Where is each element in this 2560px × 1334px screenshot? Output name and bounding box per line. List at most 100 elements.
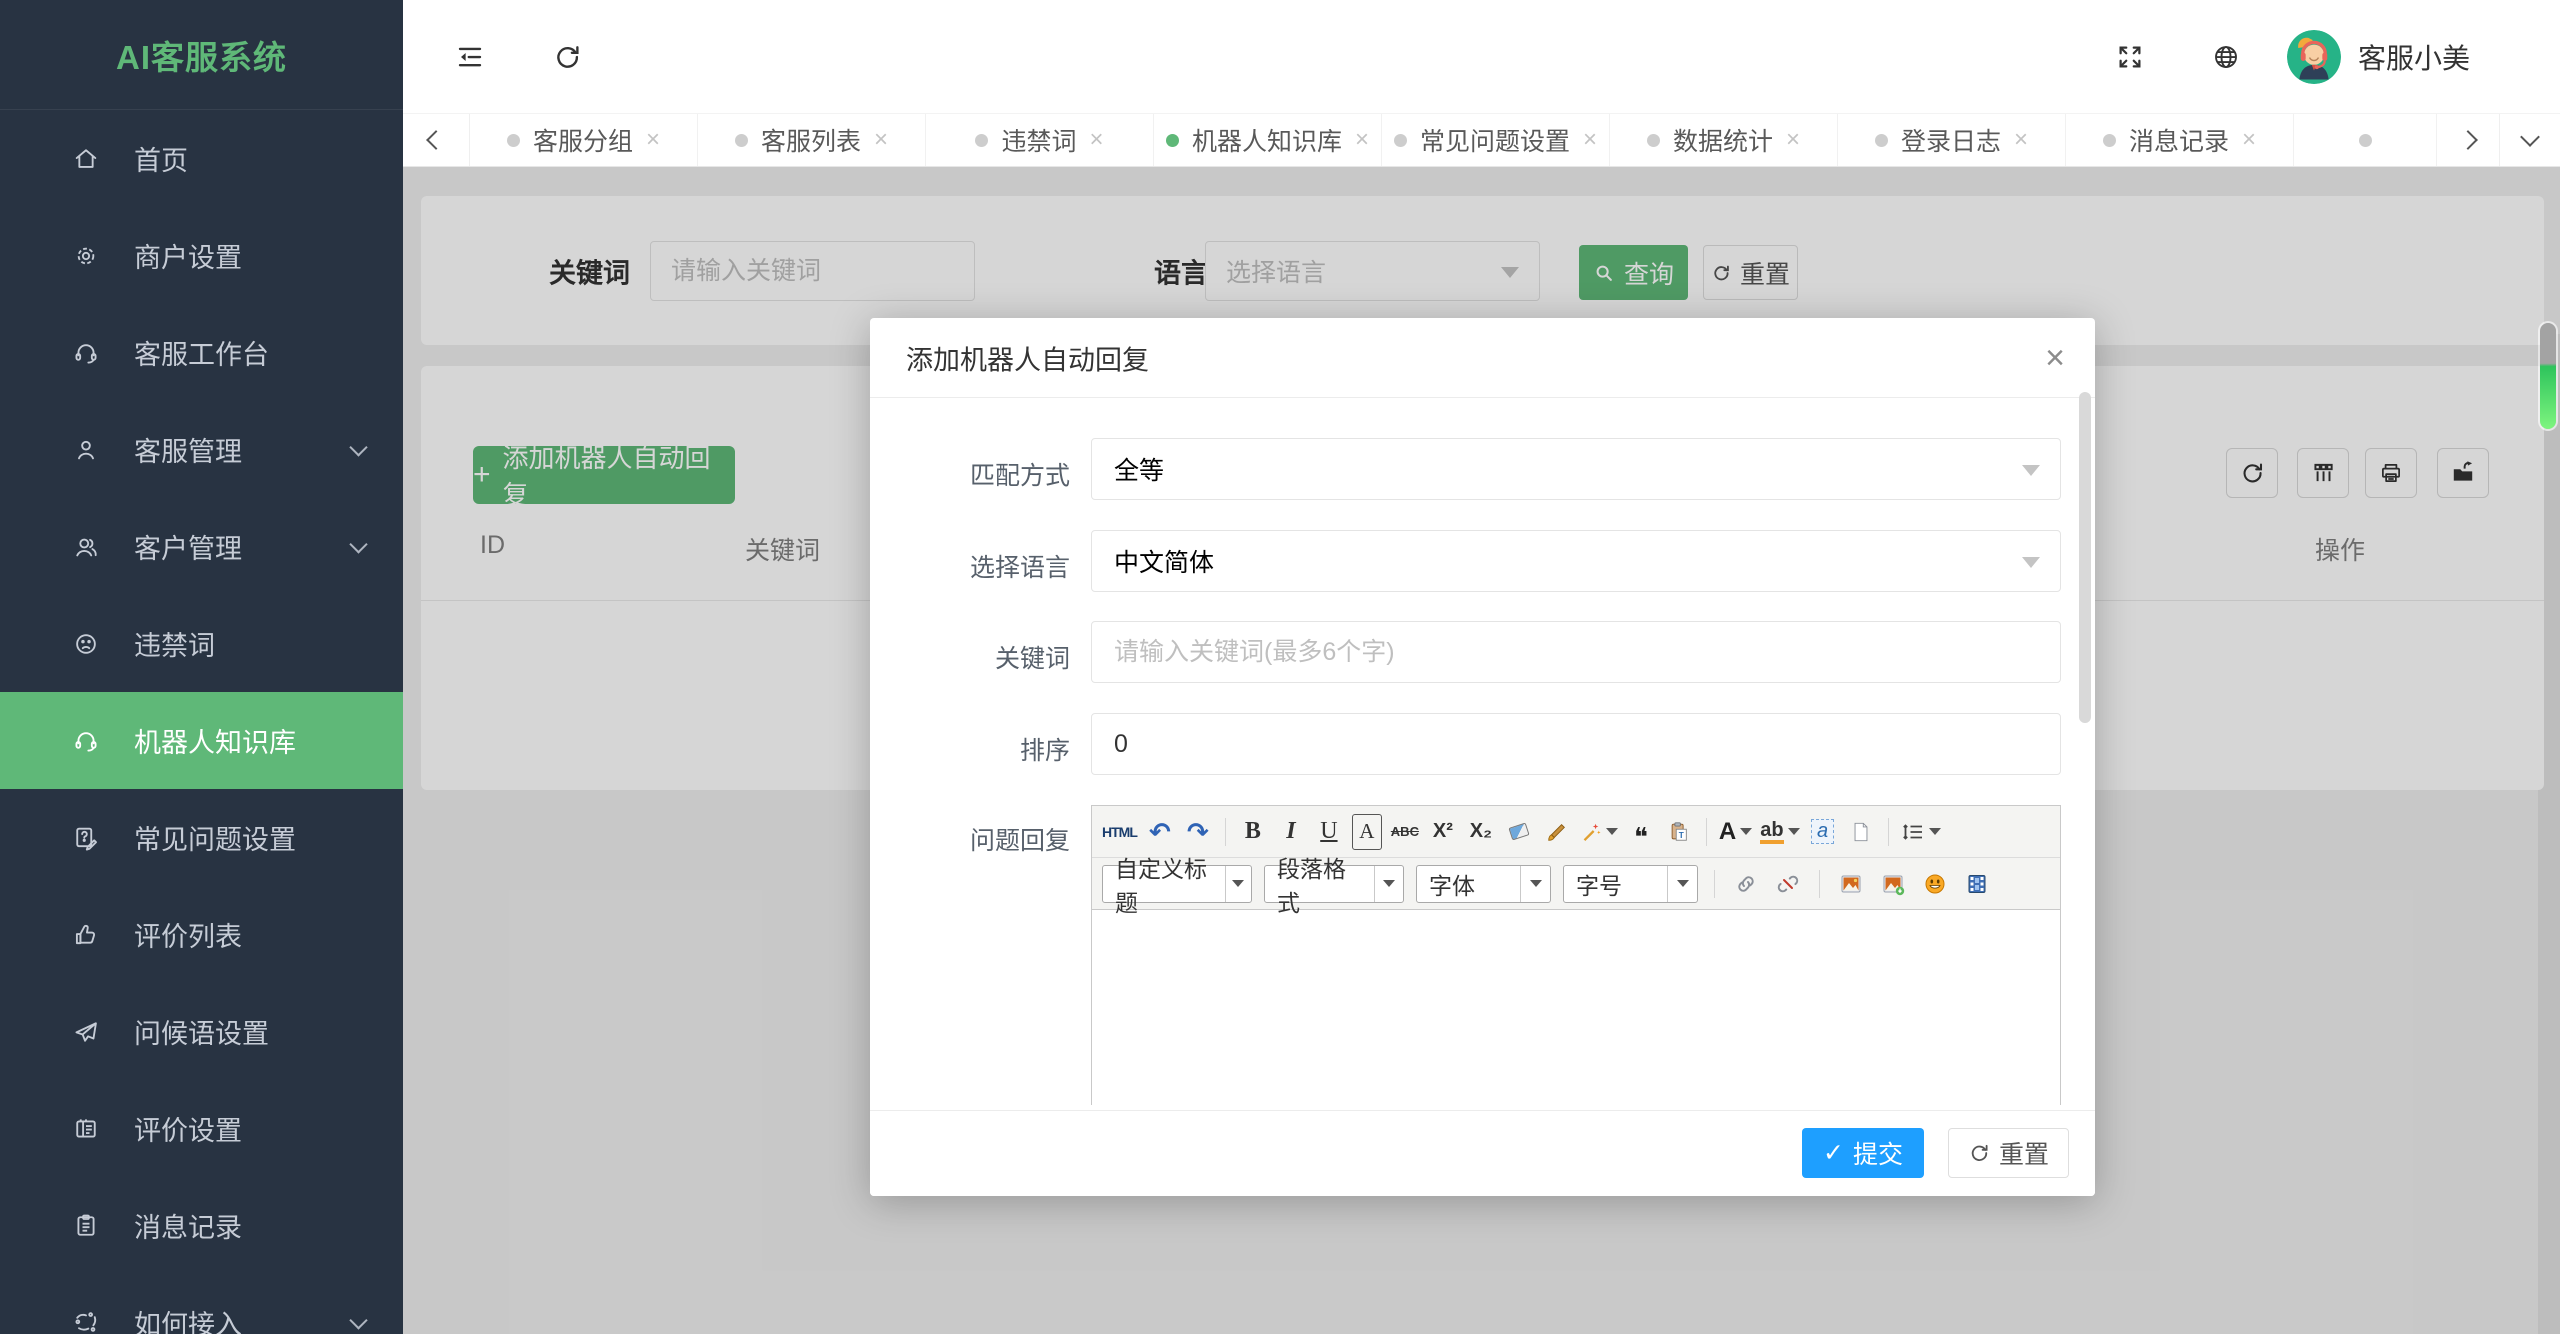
caret-down-icon (1232, 880, 1245, 887)
refresh-page-button[interactable] (545, 35, 589, 79)
tab-close-icon[interactable]: × (1090, 128, 1104, 152)
tab-banned-words[interactable]: 违禁词 × (926, 114, 1154, 166)
tab-agent-list[interactable]: 客服列表 × (698, 114, 926, 166)
sidebar-item-how-to-connect[interactable]: 如何接入 (0, 1274, 403, 1334)
blockquote-button[interactable]: ❝ (1626, 814, 1656, 850)
tab-robot-knowledge-base[interactable]: 机器人知识库 × (1154, 114, 1382, 166)
tab-dot-icon (975, 133, 989, 147)
font-family-dropdown[interactable]: 字体 (1416, 864, 1551, 903)
heading-dropdown[interactable]: 自定义标题 (1102, 856, 1252, 916)
sidebar-item-merchant-settings[interactable]: 商户设置 (0, 207, 403, 304)
tab-close-icon[interactable]: × (1583, 128, 1597, 152)
sidebar-item-greeting-settings[interactable]: 问候语设置 (0, 983, 403, 1080)
tab-close-icon[interactable]: × (2014, 128, 2028, 152)
italic-button[interactable]: I (1276, 814, 1306, 850)
undo-button[interactable]: ↶ (1145, 814, 1175, 850)
insert-emoji-button[interactable] (1920, 866, 1950, 902)
caret-down-icon (1676, 880, 1689, 887)
tab-close-icon[interactable]: × (1786, 128, 1800, 152)
sidebar-item-agent-workbench[interactable]: 客服工作台 (0, 304, 403, 401)
insert-link-button[interactable] (1731, 866, 1761, 902)
line-height-button[interactable] (1901, 814, 1941, 850)
remove-format-button[interactable] (1504, 814, 1534, 850)
quick-format-button[interactable] (1580, 814, 1618, 850)
tab-agent-groups[interactable]: 客服分组 × (470, 114, 698, 166)
rich-text-editor: HTML ↶ ↷ B I U A ABC X² X₂ ❝ T A ab a 自定… (1091, 805, 2061, 1106)
add-robot-reply-modal: 添加机器人自动回复 × 匹配方式 全等 选择语言 中文简体 关键词 排序 问题回… (870, 318, 2095, 1196)
caret-down-icon (1529, 880, 1542, 887)
question-doc-icon (72, 824, 100, 852)
sidebar-item-home[interactable]: 首页 (0, 110, 403, 207)
highlight-color-button[interactable]: ab (1760, 814, 1800, 850)
headset-icon (72, 727, 100, 755)
insert-media-button[interactable] (1962, 866, 1992, 902)
tabs-scroll-left-button[interactable] (403, 114, 470, 166)
brush-icon (1548, 823, 1565, 841)
sidebar-item-agent-management[interactable]: 客服管理 (0, 401, 403, 498)
sidebar-item-review-list[interactable]: 评价列表 (0, 886, 403, 983)
strikethrough-button[interactable]: ABC (1390, 814, 1420, 850)
clipboard-text-icon: T (1671, 821, 1687, 841)
underline-button[interactable]: U (1314, 814, 1344, 850)
sidebar-item-customer-management[interactable]: 客户管理 (0, 498, 403, 595)
sidebar-item-review-settings[interactable]: 评价设置 (0, 1080, 403, 1177)
language-select[interactable]: 中文简体 (1091, 530, 2061, 592)
tab-statistics[interactable]: 数据统计 × (1610, 114, 1838, 166)
clipboard-icon (72, 1212, 100, 1240)
superscript-button[interactable]: X² (1428, 814, 1458, 850)
anchor-button[interactable]: a (1808, 814, 1838, 850)
page-scrollbar-thumb[interactable] (2540, 323, 2556, 429)
upload-image-button[interactable] (1878, 866, 1908, 902)
sidebar-item-faq-settings[interactable]: 常见问题设置 (0, 789, 403, 886)
tab-close-icon[interactable]: × (2242, 128, 2256, 152)
paste-as-text-button[interactable]: T (1664, 814, 1694, 850)
modal-close-icon[interactable]: × (2045, 341, 2065, 375)
source-code-button[interactable]: HTML (1102, 814, 1138, 850)
tabs-scroll-right-button[interactable] (2437, 114, 2500, 166)
people-icon (72, 533, 100, 561)
tab-partial[interactable] (2294, 114, 2437, 166)
subscript-button[interactable]: X₂ (1466, 814, 1496, 850)
font-size-dropdown[interactable]: 字号 (1563, 864, 1698, 903)
tab-faq-settings[interactable]: 常见问题设置 × (1382, 114, 1610, 166)
chevron-down-icon (349, 437, 368, 457)
collapse-sidebar-icon (458, 47, 482, 66)
border-text-button[interactable]: A (1351, 813, 1382, 850)
tab-message-log[interactable]: 消息记录 × (2066, 114, 2294, 166)
user-avatar[interactable] (2287, 29, 2341, 84)
sidebar-item-label: 如何接入 (134, 1310, 242, 1334)
collapse-sidebar-button[interactable] (448, 35, 492, 79)
emoji-icon (1925, 874, 1945, 893)
sidebar-item-message-log[interactable]: 消息记录 (0, 1177, 403, 1274)
new-document-button[interactable] (1846, 814, 1876, 850)
sidebar-item-robot-knowledge-base[interactable]: 机器人知识库 (0, 692, 403, 789)
sidebar-item-banned-words[interactable]: 违禁词 (0, 595, 403, 692)
tab-close-icon[interactable]: × (874, 128, 888, 152)
fullscreen-button[interactable] (2108, 35, 2152, 79)
insert-image-button[interactable] (1836, 866, 1866, 902)
sort-input[interactable] (1091, 713, 2061, 775)
submit-button[interactable]: ✓ 提交 (1802, 1128, 1924, 1178)
editor-content-area[interactable] (1092, 910, 2060, 1106)
remove-link-button[interactable] (1773, 866, 1803, 902)
dropdown-label: 自定义标题 (1115, 855, 1207, 916)
match-mode-select[interactable]: 全等 (1091, 438, 2061, 500)
font-color-button[interactable]: A (1719, 814, 1753, 850)
bold-button[interactable]: B (1238, 814, 1268, 850)
editor-toolbar-row1: HTML ↶ ↷ B I U A ABC X² X₂ ❝ T A ab a (1092, 806, 2060, 858)
tab-close-icon[interactable]: × (1355, 128, 1369, 152)
modal-scrollbar-thumb[interactable] (2079, 392, 2091, 723)
format-brush-button[interactable] (1542, 814, 1572, 850)
tab-login-log[interactable]: 登录日志 × (1838, 114, 2066, 166)
tabs-menu-button[interactable] (2500, 114, 2560, 166)
modal-reset-button[interactable]: 重置 (1948, 1128, 2069, 1178)
paragraph-dropdown[interactable]: 段落格式 (1264, 856, 1404, 916)
chevron-right-icon (2458, 130, 2478, 150)
tab-close-icon[interactable]: × (646, 128, 660, 152)
language-globe-button[interactable] (2204, 35, 2248, 79)
redo-button[interactable]: ↷ (1183, 814, 1213, 850)
language-select-label: 选择语言 (969, 554, 1070, 582)
app-window: AI客服系统 首页 商户设置 客服工作台 客服管理 客户管理 违禁词 机器人知识… (0, 0, 2560, 1334)
tab-label: 登录日志 (1900, 128, 2001, 156)
keyword-input[interactable] (1091, 621, 2061, 683)
